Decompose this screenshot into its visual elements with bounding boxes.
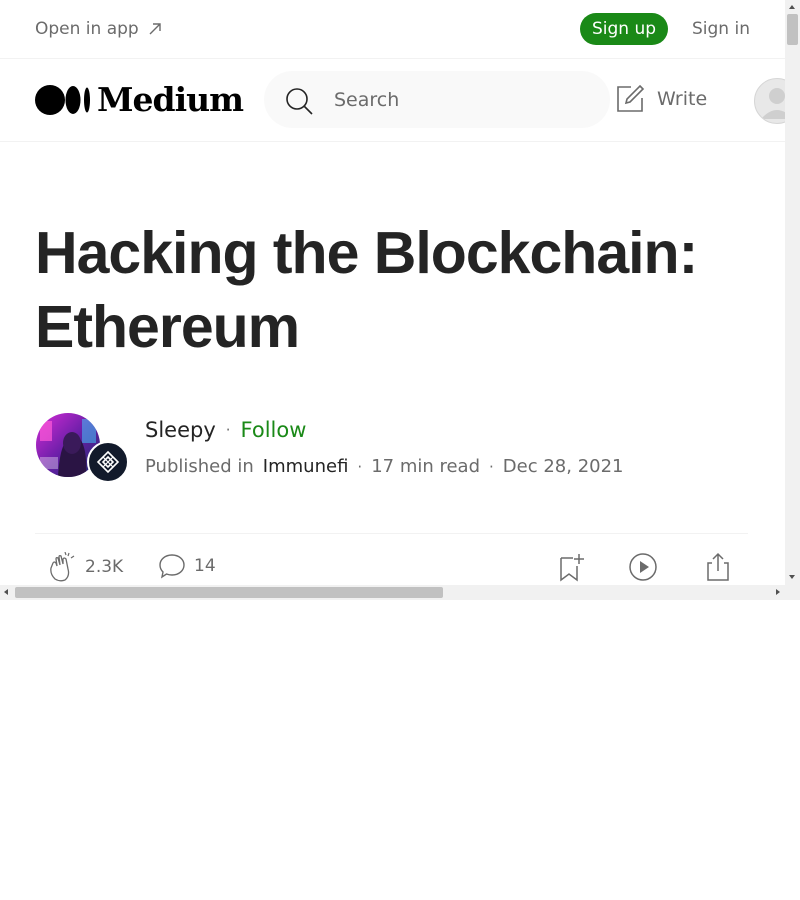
article-title-line-1: Hacking the Blockchain: [35, 220, 698, 286]
article-action-bar: 2.3K 14 [35, 548, 748, 588]
search-input[interactable] [332, 85, 596, 115]
search-icon [286, 88, 313, 115]
sign-in-link[interactable]: Sign in [692, 19, 750, 39]
article-title: Hacking the Blockchain: Ethereum [35, 216, 735, 364]
medium-logo[interactable]: Medium [35, 80, 244, 119]
horizontal-scroll-thumb[interactable] [15, 587, 443, 598]
top-bar: Open in app Sign up Sign in [0, 0, 785, 59]
responses-button[interactable]: 14 [158, 552, 216, 580]
follow-button[interactable]: Follow [241, 418, 307, 442]
open-in-app-label: Open in app [35, 19, 139, 39]
medium-logo-mark [35, 84, 91, 116]
write-label: Write [657, 88, 708, 110]
publication-link[interactable]: Immunefi [263, 456, 349, 477]
scroll-left-arrow-icon[interactable] [4, 589, 8, 595]
write-icon [617, 84, 645, 112]
article-title-line-2: Ethereum [35, 294, 300, 360]
medium-wordmark: Medium [97, 80, 244, 119]
author-name-link[interactable]: Sleepy [145, 418, 216, 442]
publication-badge-icon[interactable] [87, 441, 129, 483]
divider [35, 533, 748, 534]
write-button[interactable]: Write [615, 84, 707, 114]
share-icon[interactable] [703, 552, 733, 582]
separator-dot: · [357, 457, 363, 476]
clap-icon [50, 552, 75, 582]
scrollbar-corner [785, 585, 800, 600]
response-count: 14 [194, 556, 216, 576]
scroll-right-arrow-icon[interactable] [776, 589, 780, 595]
clap-count: 2.3K [85, 557, 124, 577]
article-meta: Published in Immunefi · 17 min read · De… [145, 456, 624, 477]
separator-dot: · [225, 421, 231, 439]
sign-up-button[interactable]: Sign up [580, 13, 668, 45]
arrow-up-right-icon [149, 23, 161, 35]
browser-viewport: Open in app Sign up Sign in Medium Searc… [0, 0, 800, 600]
vertical-scrollbar[interactable] [785, 0, 800, 585]
search-box[interactable] [264, 71, 610, 128]
clap-button[interactable]: 2.3K [47, 552, 123, 582]
scroll-up-arrow-icon[interactable] [789, 5, 795, 9]
scroll-down-arrow-icon[interactable] [789, 575, 795, 579]
site-header: Medium Write [0, 59, 800, 142]
horizontal-scrollbar[interactable] [0, 585, 785, 600]
response-icon [159, 554, 185, 579]
read-time: 17 min read [371, 456, 481, 477]
bookmark-add-icon[interactable] [557, 552, 587, 582]
publish-date: Dec 28, 2021 [502, 456, 624, 477]
play-icon[interactable] [628, 552, 658, 582]
published-in-label: Published in [145, 456, 254, 477]
vertical-scroll-thumb[interactable] [787, 14, 798, 45]
author-line: Sleepy · Follow [145, 418, 306, 442]
separator-dot: · [489, 457, 494, 476]
open-in-app-link[interactable]: Open in app [35, 19, 163, 39]
